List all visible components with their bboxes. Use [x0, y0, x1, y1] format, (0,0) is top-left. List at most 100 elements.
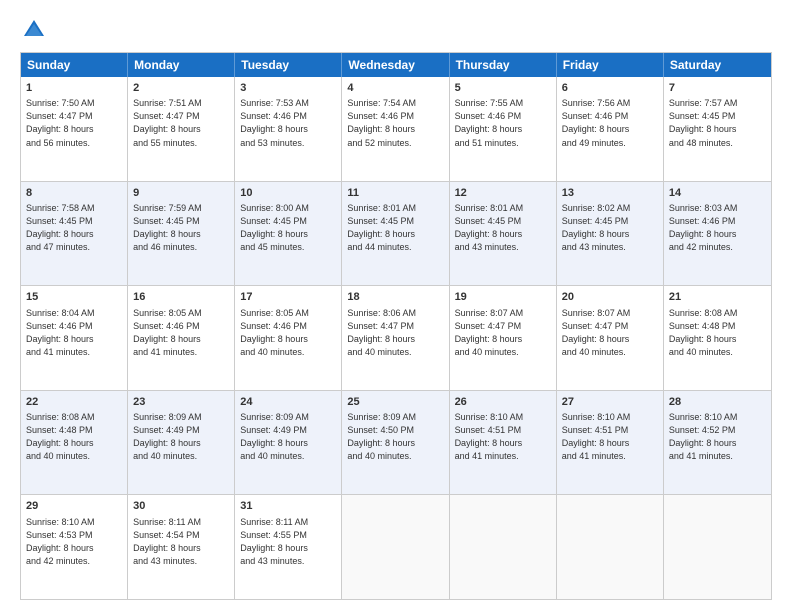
cell-info: Sunrise: 8:05 AMSunset: 4:46 PMDaylight:… — [240, 307, 336, 359]
day-number: 26 — [455, 395, 551, 410]
cell-info: Sunrise: 7:50 AMSunset: 4:47 PMDaylight:… — [26, 97, 122, 149]
calendar-cell: 27Sunrise: 8:10 AMSunset: 4:51 PMDayligh… — [557, 391, 664, 495]
day-number: 29 — [26, 499, 122, 514]
calendar-body: 1Sunrise: 7:50 AMSunset: 4:47 PMDaylight… — [21, 77, 771, 599]
cell-info: Sunrise: 8:11 AMSunset: 4:55 PMDaylight:… — [240, 516, 336, 568]
day-number: 23 — [133, 395, 229, 410]
empty-cell — [664, 495, 771, 599]
cell-info: Sunrise: 8:09 AMSunset: 4:49 PMDaylight:… — [133, 411, 229, 463]
calendar-cell: 15 Sunrise: 8:04 AMSunset: 4:46 PMDayligh… — [21, 286, 128, 390]
header — [20, 16, 772, 44]
day-number: 11 — [347, 186, 443, 201]
cell-info: Sunrise: 8:08 AMSunset: 4:48 PMDaylight:… — [669, 307, 766, 359]
cell-info: Sunrise: 8:11 AMSunset: 4:54 PMDaylight:… — [133, 516, 229, 568]
cell-info: Sunrise: 8:06 AMSunset: 4:47 PMDaylight:… — [347, 307, 443, 359]
day-number: 31 — [240, 499, 336, 514]
cell-info: Sunrise: 7:51 AMSunset: 4:47 PMDaylight:… — [133, 97, 229, 149]
logo — [20, 16, 52, 44]
empty-cell — [450, 495, 557, 599]
day-number: 15 — [26, 290, 122, 305]
calendar-cell: 1Sunrise: 7:50 AMSunset: 4:47 PMDaylight… — [21, 77, 128, 181]
day-number: 24 — [240, 395, 336, 410]
cell-info: Sunrise: 8:01 AMSunset: 4:45 PMDaylight:… — [347, 202, 443, 254]
weekday-header: Tuesday — [235, 53, 342, 77]
cell-info: Sunrise: 8:03 AMSunset: 4:46 PMDaylight:… — [669, 202, 766, 254]
cell-info: Sunrise: 8:09 AMSunset: 4:49 PMDaylight:… — [240, 411, 336, 463]
day-number: 7 — [669, 81, 766, 96]
calendar-cell: 4Sunrise: 7:54 AMSunset: 4:46 PMDaylight… — [342, 77, 449, 181]
cell-info: Sunrise: 8:05 AMSunset: 4:46 PMDaylight:… — [133, 307, 229, 359]
day-number: 4 — [347, 81, 443, 96]
day-number: 5 — [455, 81, 551, 96]
calendar-cell: 24Sunrise: 8:09 AMSunset: 4:49 PMDayligh… — [235, 391, 342, 495]
day-number: 22 — [26, 395, 122, 410]
calendar-cell: 19Sunrise: 8:07 AMSunset: 4:47 PMDayligh… — [450, 286, 557, 390]
cell-info: Sunrise: 8:10 AMSunset: 4:52 PMDaylight:… — [669, 411, 766, 463]
day-number: 16 — [133, 290, 229, 305]
calendar-row: 8Sunrise: 7:58 AMSunset: 4:45 PMDaylight… — [21, 182, 771, 287]
calendar: SundayMondayTuesdayWednesdayThursdayFrid… — [20, 52, 772, 600]
calendar-cell: 11Sunrise: 8:01 AMSunset: 4:45 PMDayligh… — [342, 182, 449, 286]
weekday-header: Sunday — [21, 53, 128, 77]
calendar-header: SundayMondayTuesdayWednesdayThursdayFrid… — [21, 53, 771, 77]
calendar-row: 1Sunrise: 7:50 AMSunset: 4:47 PMDaylight… — [21, 77, 771, 182]
calendar-cell: 21Sunrise: 8:08 AMSunset: 4:48 PMDayligh… — [664, 286, 771, 390]
calendar-cell: 29 Sunrise: 8:10 AMSunset: 4:53 PMDayligh… — [21, 495, 128, 599]
calendar-cell: 30 Sunrise: 8:11 AMSunset: 4:54 PMDayligh… — [128, 495, 235, 599]
calendar-cell: 16 Sunrise: 8:05 AMSunset: 4:46 PMDayligh… — [128, 286, 235, 390]
calendar-cell: 31 Sunrise: 8:11 AMSunset: 4:55 PMDayligh… — [235, 495, 342, 599]
cell-info: Sunrise: 7:54 AMSunset: 4:46 PMDaylight:… — [347, 97, 443, 149]
calendar-cell: 5Sunrise: 7:55 AMSunset: 4:46 PMDaylight… — [450, 77, 557, 181]
day-number: 25 — [347, 395, 443, 410]
calendar-row: 15 Sunrise: 8:04 AMSunset: 4:46 PMDayligh… — [21, 286, 771, 391]
day-number: 3 — [240, 81, 336, 96]
cell-info: Sunrise: 8:07 AMSunset: 4:47 PMDaylight:… — [562, 307, 658, 359]
calendar-cell: 20Sunrise: 8:07 AMSunset: 4:47 PMDayligh… — [557, 286, 664, 390]
calendar-row: 22Sunrise: 8:08 AMSunset: 4:48 PMDayligh… — [21, 391, 771, 496]
weekday-header: Wednesday — [342, 53, 449, 77]
day-number: 27 — [562, 395, 658, 410]
cell-info: Sunrise: 7:58 AMSunset: 4:45 PMDaylight:… — [26, 202, 122, 254]
empty-cell — [557, 495, 664, 599]
weekday-header: Monday — [128, 53, 235, 77]
calendar-cell: 2Sunrise: 7:51 AMSunset: 4:47 PMDaylight… — [128, 77, 235, 181]
cell-info: Sunrise: 7:57 AMSunset: 4:45 PMDaylight:… — [669, 97, 766, 149]
day-number: 2 — [133, 81, 229, 96]
cell-info: Sunrise: 7:55 AMSunset: 4:46 PMDaylight:… — [455, 97, 551, 149]
calendar-cell: 18Sunrise: 8:06 AMSunset: 4:47 PMDayligh… — [342, 286, 449, 390]
cell-info: Sunrise: 8:10 AMSunset: 4:51 PMDaylight:… — [455, 411, 551, 463]
calendar-cell: 13Sunrise: 8:02 AMSunset: 4:45 PMDayligh… — [557, 182, 664, 286]
weekday-header: Saturday — [664, 53, 771, 77]
day-number: 10 — [240, 186, 336, 201]
cell-info: Sunrise: 7:53 AMSunset: 4:46 PMDaylight:… — [240, 97, 336, 149]
weekday-header: Thursday — [450, 53, 557, 77]
calendar-cell: 8Sunrise: 7:58 AMSunset: 4:45 PMDaylight… — [21, 182, 128, 286]
calendar-cell: 23Sunrise: 8:09 AMSunset: 4:49 PMDayligh… — [128, 391, 235, 495]
cell-info: Sunrise: 8:02 AMSunset: 4:45 PMDaylight:… — [562, 202, 658, 254]
cell-info: Sunrise: 8:10 AMSunset: 4:51 PMDaylight:… — [562, 411, 658, 463]
day-number: 9 — [133, 186, 229, 201]
cell-info: Sunrise: 7:59 AMSunset: 4:45 PMDaylight:… — [133, 202, 229, 254]
cell-info: Sunrise: 8:04 AMSunset: 4:46 PMDaylight:… — [26, 307, 122, 359]
cell-info: Sunrise: 8:01 AMSunset: 4:45 PMDaylight:… — [455, 202, 551, 254]
day-number: 13 — [562, 186, 658, 201]
calendar-cell: 12Sunrise: 8:01 AMSunset: 4:45 PMDayligh… — [450, 182, 557, 286]
day-number: 30 — [133, 499, 229, 514]
day-number: 12 — [455, 186, 551, 201]
calendar-cell: 25Sunrise: 8:09 AMSunset: 4:50 PMDayligh… — [342, 391, 449, 495]
cell-info: Sunrise: 8:08 AMSunset: 4:48 PMDaylight:… — [26, 411, 122, 463]
calendar-cell: 6Sunrise: 7:56 AMSunset: 4:46 PMDaylight… — [557, 77, 664, 181]
cell-info: Sunrise: 8:00 AMSunset: 4:45 PMDaylight:… — [240, 202, 336, 254]
calendar-cell: 28Sunrise: 8:10 AMSunset: 4:52 PMDayligh… — [664, 391, 771, 495]
logo-icon — [20, 16, 48, 44]
calendar-cell: 22Sunrise: 8:08 AMSunset: 4:48 PMDayligh… — [21, 391, 128, 495]
calendar-cell: 10Sunrise: 8:00 AMSunset: 4:45 PMDayligh… — [235, 182, 342, 286]
page: SundayMondayTuesdayWednesdayThursdayFrid… — [0, 0, 792, 612]
cell-info: Sunrise: 8:10 AMSunset: 4:53 PMDaylight:… — [26, 516, 122, 568]
day-number: 17 — [240, 290, 336, 305]
day-number: 8 — [26, 186, 122, 201]
day-number: 1 — [26, 81, 122, 96]
calendar-cell: 9Sunrise: 7:59 AMSunset: 4:45 PMDaylight… — [128, 182, 235, 286]
empty-cell — [342, 495, 449, 599]
calendar-cell: 14Sunrise: 8:03 AMSunset: 4:46 PMDayligh… — [664, 182, 771, 286]
